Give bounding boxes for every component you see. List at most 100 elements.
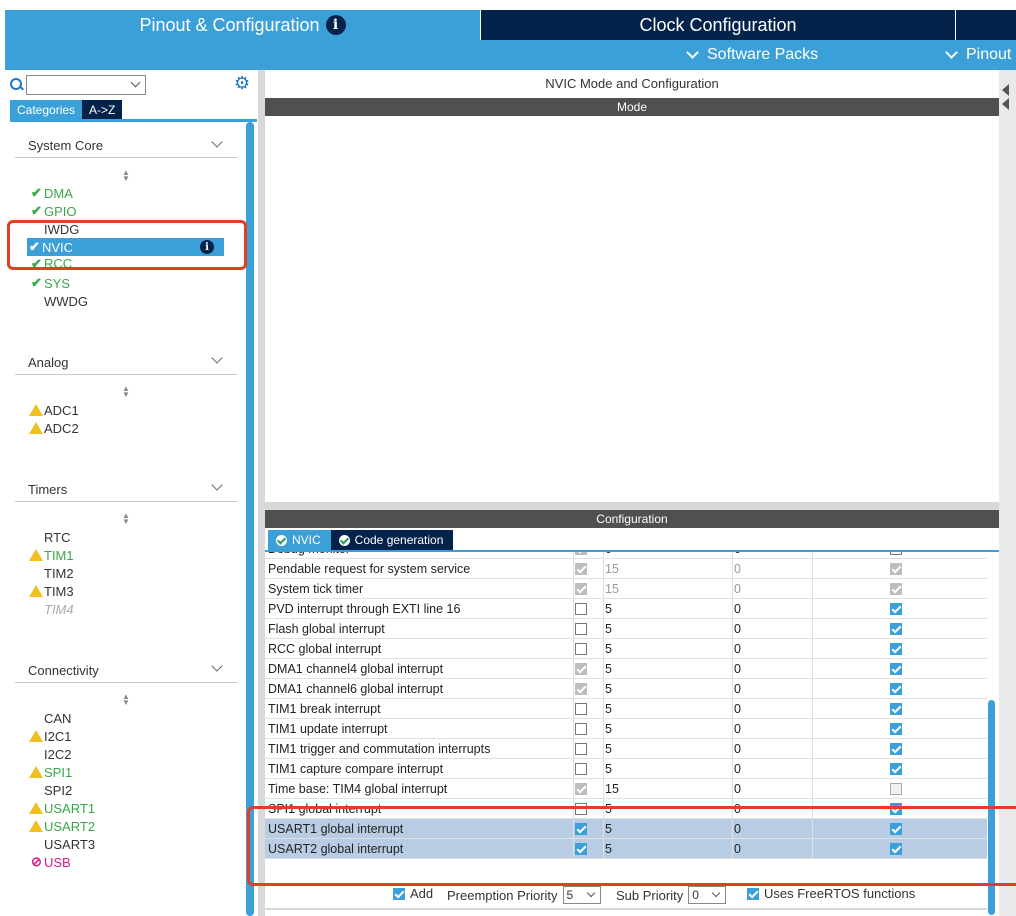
sort-icon[interactable]: ▲ ▼	[121, 512, 131, 526]
chevron-down-icon[interactable]	[130, 77, 141, 88]
sidebar-item-sys[interactable]: ✔ SYS	[29, 274, 70, 292]
preemption-priority-cell[interactable]: 5	[605, 639, 730, 659]
sidebar-item-tim1[interactable]: TIM1	[29, 546, 74, 564]
sub-priority-cell[interactable]: 0	[734, 639, 809, 659]
tab-categories[interactable]: Categories	[10, 100, 83, 119]
add-option[interactable]: Add	[393, 886, 433, 901]
side-handle[interactable]	[999, 70, 1016, 916]
sidebar-item-adc2[interactable]: ADC2	[29, 419, 79, 437]
pinout-menu[interactable]: Pinout	[945, 46, 1011, 64]
freertos-checkbox[interactable]	[890, 703, 902, 715]
sidebar-item-gpio[interactable]: ✔ GPIO	[29, 202, 76, 220]
sidebar-item-usart2[interactable]: USART2	[29, 817, 95, 835]
tab-a-z[interactable]: A->Z	[82, 100, 123, 119]
tab-code-generation[interactable]: Code generation	[330, 530, 454, 550]
table-row[interactable]: Time base: TIM4 global interrupt 15 0	[265, 779, 987, 799]
section-title-timers[interactable]: Timers	[28, 482, 67, 497]
freertos-checkbox[interactable]	[890, 683, 902, 695]
section-title-analog[interactable]: Analog	[28, 355, 68, 370]
preemption-priority-cell[interactable]: 5	[605, 759, 730, 779]
gear-icon[interactable]: ⚙	[234, 75, 252, 93]
sidebar-item-usart3[interactable]: USART3	[29, 835, 95, 853]
sidebar-item-spi1[interactable]: SPI1	[29, 763, 72, 781]
sidebar-item-tim4[interactable]: TIM4	[29, 600, 74, 618]
add-checkbox[interactable]	[393, 887, 405, 900]
sidebar-item-can[interactable]: CAN	[29, 709, 71, 727]
sidebar-item-wwdg[interactable]: WWDG	[29, 292, 88, 310]
preemption-priority-cell[interactable]: 15	[605, 779, 730, 799]
enabled-checkbox[interactable]	[575, 743, 587, 755]
preemption-priority-cell[interactable]: 15	[605, 559, 730, 579]
table-row[interactable]: TIM1 trigger and commutation interrupts 5…	[265, 739, 987, 759]
sidebar-item-spi2[interactable]: SPI2	[29, 781, 72, 799]
info-icon[interactable]: i	[325, 15, 346, 35]
enabled-checkbox[interactable]	[575, 723, 587, 735]
table-row[interactable]: DMA1 channel6 global interrupt 5 0	[265, 679, 987, 699]
sort-icon[interactable]: ▲ ▼	[121, 385, 131, 399]
preemption-priority-cell[interactable]: 5	[605, 739, 730, 759]
table-row[interactable]: TIM1 update interrupt 5 0	[265, 719, 987, 739]
preemption-priority-cell[interactable]: 5	[605, 719, 730, 739]
preemption-priority-cell[interactable]: 5	[605, 659, 730, 679]
sub-priority-cell[interactable]: 0	[734, 659, 809, 679]
sub-priority-cell[interactable]: 0	[734, 619, 809, 639]
preemption-priority-select[interactable]: 5	[562, 886, 601, 904]
sub-priority-cell[interactable]: 0	[734, 719, 809, 739]
tab-pinout-configuration[interactable]: Pinout & Configuration i	[5, 10, 480, 40]
enabled-checkbox[interactable]	[575, 623, 587, 635]
enabled-checkbox[interactable]	[575, 663, 587, 675]
sidebar-item-usb[interactable]: ⊘ USB	[29, 853, 71, 871]
enabled-checkbox[interactable]	[575, 603, 587, 615]
panel-splitter[interactable]	[258, 70, 265, 916]
enabled-checkbox[interactable]	[575, 563, 587, 575]
sub-priority-cell[interactable]: 0	[734, 552, 809, 559]
chevron-down-icon[interactable]	[211, 660, 223, 672]
search-input[interactable]	[26, 75, 146, 95]
preemption-priority-cell[interactable]: 5	[605, 679, 730, 699]
sidebar-item-rtc[interactable]: RTC	[29, 528, 70, 546]
horizontal-splitter[interactable]	[265, 502, 999, 510]
preemption-priority-cell[interactable]: 5	[605, 619, 730, 639]
preemption-priority-cell[interactable]: 0	[605, 552, 730, 559]
search-icon[interactable]	[10, 78, 24, 92]
sub-priority-cell[interactable]: 0	[734, 599, 809, 619]
sub-priority-cell[interactable]: 0	[734, 739, 809, 759]
chevron-down-icon[interactable]	[211, 136, 223, 148]
table-row[interactable]: TIM1 capture compare interrupt 5 0	[265, 759, 987, 779]
collapse-left-icon[interactable]	[1002, 84, 1009, 96]
sidebar-item-i2c2[interactable]: I2C2	[29, 745, 71, 763]
freertos-checkbox[interactable]	[890, 783, 902, 795]
freertos-checkbox[interactable]	[890, 623, 902, 635]
freertos-checkbox[interactable]	[890, 643, 902, 655]
freertos-checkbox[interactable]	[747, 887, 759, 900]
preemption-priority-cell[interactable]: 5	[605, 699, 730, 719]
table-row[interactable]: Pendable request for system service 15 0	[265, 559, 987, 579]
freertos-checkbox[interactable]	[890, 583, 902, 595]
sidebar-item-adc1[interactable]: ADC1	[29, 401, 79, 419]
sub-priority-select[interactable]: 0	[688, 886, 727, 904]
sub-priority-cell[interactable]: 0	[734, 779, 809, 799]
enabled-checkbox[interactable]	[575, 552, 587, 555]
freertos-checkbox[interactable]	[890, 552, 902, 555]
enabled-checkbox[interactable]	[575, 583, 587, 595]
table-row[interactable]: TIM1 break interrupt 5 0	[265, 699, 987, 719]
table-row[interactable]: RCC global interrupt 5 0	[265, 639, 987, 659]
preemption-priority-cell[interactable]: 15	[605, 579, 730, 599]
sidebar-item-usart1[interactable]: USART1	[29, 799, 95, 817]
freertos-checkbox[interactable]	[890, 603, 902, 615]
table-row[interactable]: Flash global interrupt 5 0	[265, 619, 987, 639]
chevron-down-icon[interactable]	[211, 352, 223, 364]
software-packs-menu[interactable]: Software Packs	[686, 46, 818, 64]
sidebar-scrollbar[interactable]	[246, 122, 254, 916]
table-row[interactable]: DMA1 channel4 global interrupt 5 0	[265, 659, 987, 679]
freertos-checkbox[interactable]	[890, 763, 902, 775]
table-row[interactable]: Debug monitor 00	[265, 552, 987, 559]
sidebar-item-i2c1[interactable]: I2C1	[29, 727, 71, 745]
sub-priority-cell[interactable]: 0	[734, 559, 809, 579]
freertos-checkbox[interactable]	[890, 563, 902, 575]
sub-priority-cell[interactable]: 0	[734, 759, 809, 779]
chevron-down-icon[interactable]	[211, 479, 223, 491]
section-title-connectivity[interactable]: Connectivity	[28, 663, 99, 678]
freertos-option[interactable]: Uses FreeRTOS functions	[747, 886, 915, 901]
collapse-left-icon[interactable]	[1002, 98, 1009, 110]
